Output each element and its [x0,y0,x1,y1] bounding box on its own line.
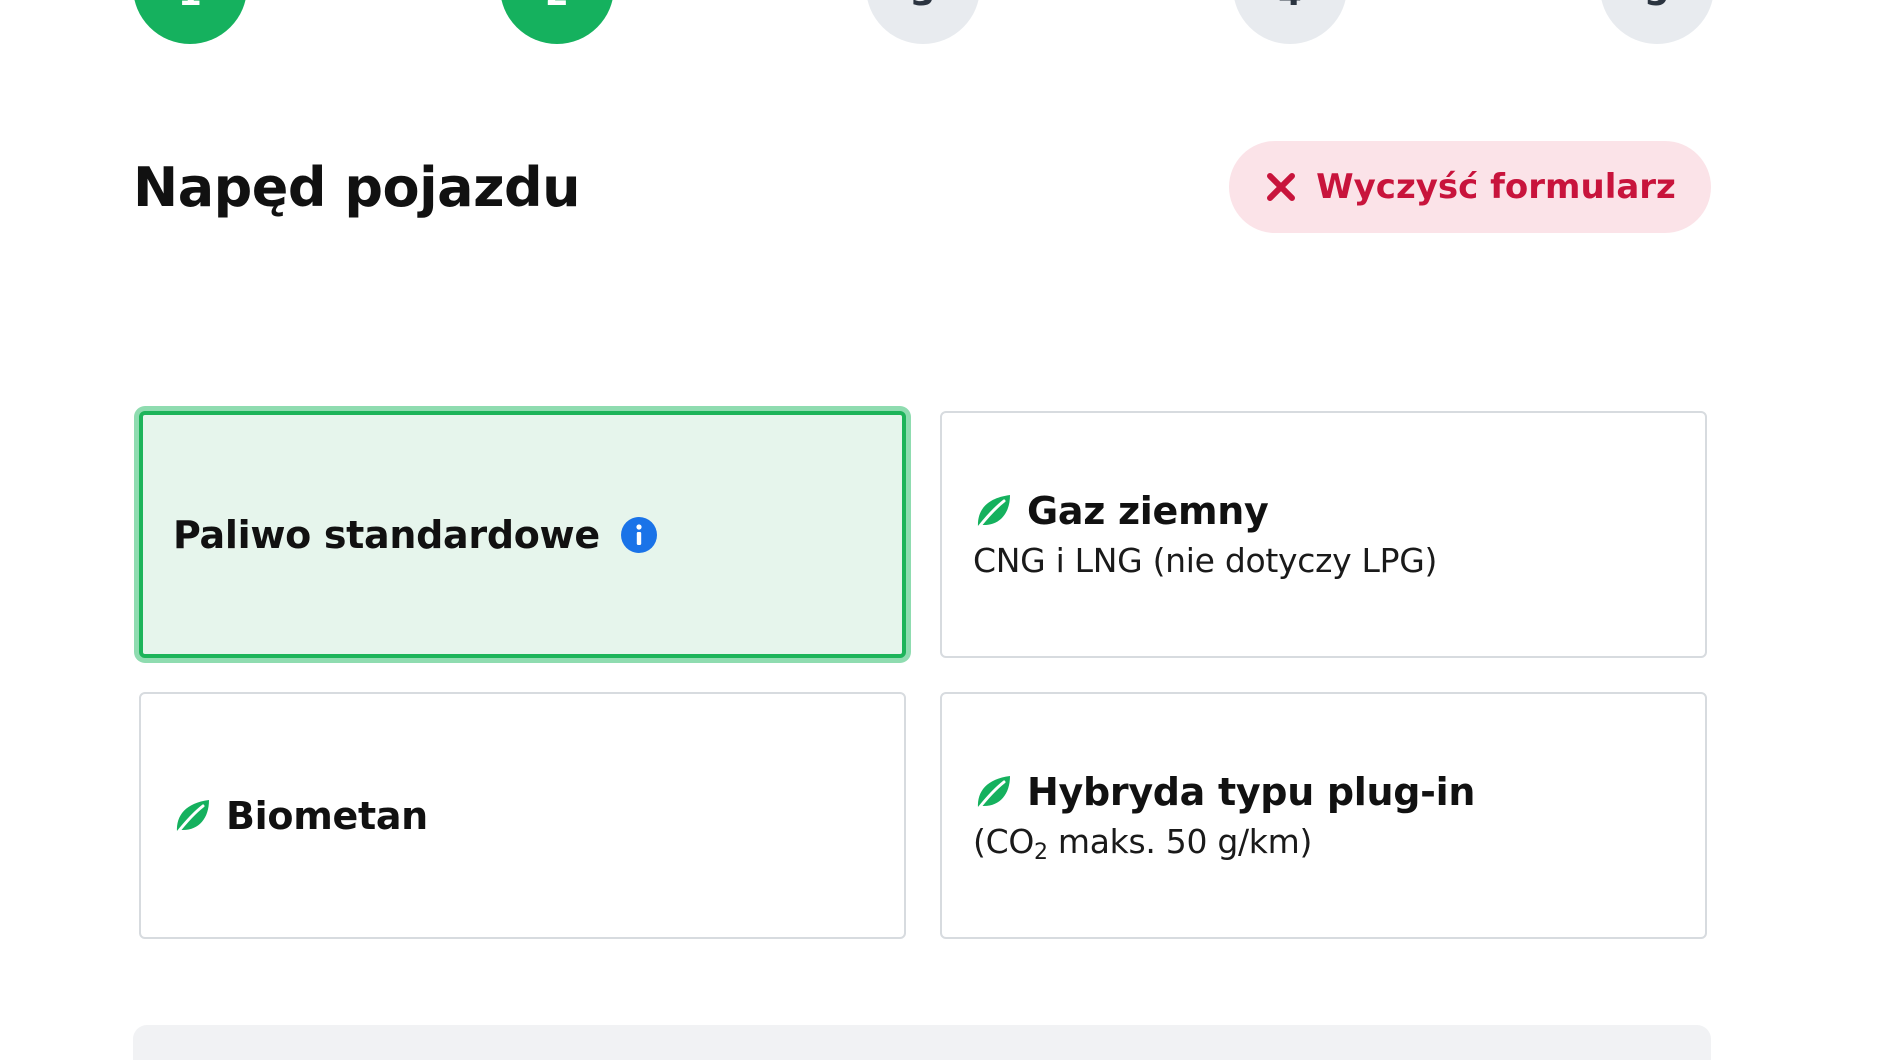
leaf-icon [977,775,1010,809]
step-5[interactable]: 5 [1600,0,1714,44]
step-2[interactable]: 2 [500,0,614,44]
step-1[interactable]: 1 [133,0,247,44]
clear-form-button[interactable]: Wyczyść formularz [1229,141,1711,233]
close-icon [1267,173,1296,201]
card-content: Gaz ziemny CNG i LNG (nie dotyczy LPG) [973,413,1685,656]
option-title: Biometan [226,793,428,838]
option-title: Paliwo standardowe [173,512,600,557]
card-content: Biometan [172,694,884,937]
clear-form-label: Wyczyść formularz [1316,167,1676,207]
card-content: Paliwo standardowe [173,415,882,654]
option-title: Hybryda typu plug-in [1027,769,1476,814]
option-card-biomethane[interactable]: Biometan [139,692,906,939]
option-subtitle: CNG i LNG (nie dotyczy LPG) [973,540,1438,580]
leaf-icon [176,799,209,833]
step-3[interactable]: 3 [866,0,980,44]
step-number: 2 [545,0,569,14]
option-card-plugin-hybrid[interactable]: Hybryda typu plug-in (CO2 maks. 50 g/km) [940,692,1707,939]
option-card-natural-gas[interactable]: Gaz ziemny CNG i LNG (nie dotyczy LPG) [940,411,1707,658]
option-subtitle: (CO2 maks. 50 g/km) [973,819,1685,865]
card-title-row: Gaz ziemny [973,486,1685,536]
card-title-row: Paliwo standardowe [173,510,882,560]
option-title: Gaz ziemny [1027,488,1269,533]
option-card-standard-fuel[interactable]: Paliwo standardowe [139,411,906,658]
card-title-row: Biometan [172,791,884,841]
subtitle-suffix: maks. 50 g/km) [1047,821,1313,861]
leaf-icon [977,494,1010,528]
subtitle-subscript: 2 [1034,839,1048,865]
subtitle-prefix: (CO [973,821,1034,861]
bottom-panel [133,1025,1711,1060]
info-icon[interactable] [620,516,658,554]
step-number: 3 [911,0,935,14]
progress-stepper: 1 2 3 4 5 [0,0,1880,50]
card-title-row: Hybryda typu plug-in [973,767,1685,817]
page: 1 2 3 4 5 Napęd pojazdu Wyczyść formular… [0,0,1880,1060]
card-content: Hybryda typu plug-in (CO2 maks. 50 g/km) [973,694,1685,937]
step-number: 5 [1645,0,1669,14]
step-4[interactable]: 4 [1233,0,1347,44]
step-number: 1 [178,0,202,14]
step-number: 4 [1278,0,1302,14]
section-title: Napęd pojazdu [133,156,581,219]
